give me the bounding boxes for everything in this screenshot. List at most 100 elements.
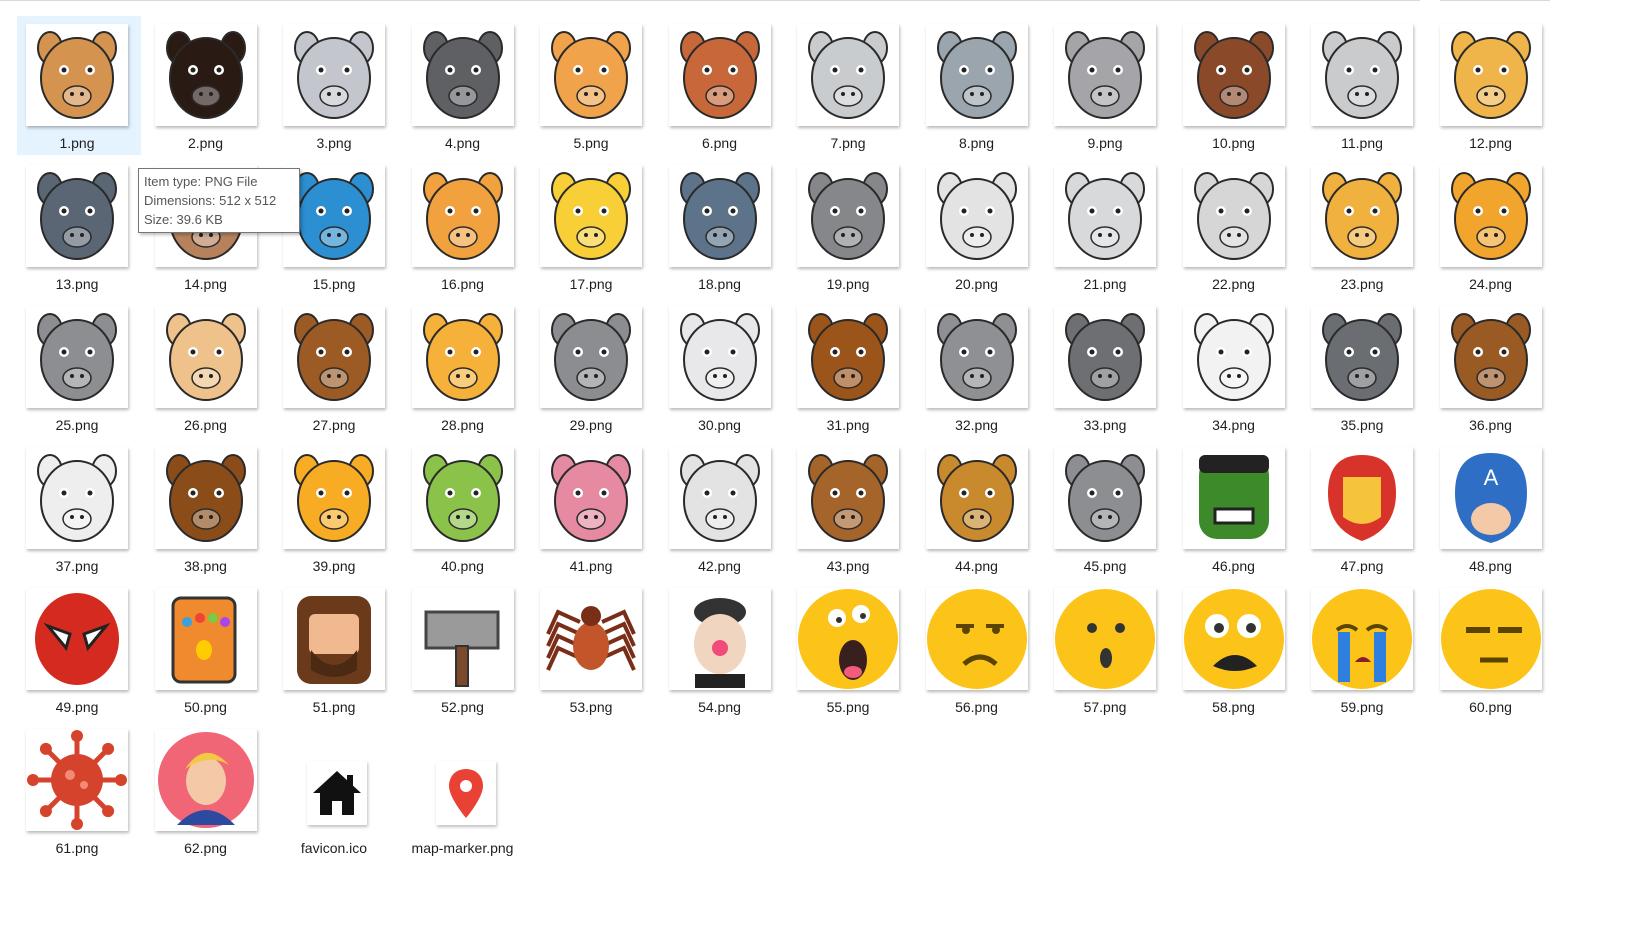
tooltip-size: Size: 39.6 KB <box>144 212 223 227</box>
file-name-label: 27.png <box>312 417 356 433</box>
file-grid: 1.png 2.png 3.png 4.png 5.png 6.png 7.png 8.png… <box>17 16 1559 862</box>
file-item[interactable]: 43.png <box>788 439 912 578</box>
file-item[interactable]: 22.png <box>1174 157 1298 296</box>
file-item[interactable]: 6.png <box>660 16 784 155</box>
horse-face-icon <box>797 306 899 408</box>
file-item[interactable]: 23.png <box>1302 157 1426 296</box>
file-name-label: 60.png <box>1469 699 1512 715</box>
file-item[interactable]: 27.png <box>274 298 398 437</box>
file-item[interactable]: 47.png <box>1302 439 1426 578</box>
file-name-label: 21.png <box>1083 276 1127 292</box>
file-item[interactable]: 7.png <box>788 16 912 155</box>
rhino-face-icon <box>540 306 642 408</box>
file-name-label: 53.png <box>569 699 613 715</box>
file-item[interactable]: 36.png <box>1431 298 1555 437</box>
file-name-label: 34.png <box>1212 417 1255 433</box>
file-item[interactable]: 37.png <box>17 439 141 578</box>
rabbit-face-icon <box>283 24 385 126</box>
file-tooltip: Item type: PNG File Dimensions: 512 x 51… <box>138 168 300 233</box>
file-item[interactable]: A 48.png <box>1431 439 1555 578</box>
rabbit-face-icon <box>668 306 771 408</box>
file-item[interactable]: 3.png <box>274 16 398 155</box>
file-item[interactable]: 28.png <box>403 298 527 437</box>
file-item[interactable]: 17.png <box>531 157 655 296</box>
file-item[interactable]: 24.png <box>1431 157 1555 296</box>
file-name-label: 28.png <box>441 417 484 433</box>
file-item[interactable]: 10.png <box>1174 16 1298 155</box>
file-name-label: 17.png <box>569 276 613 292</box>
buffalo-face-icon <box>1311 306 1413 408</box>
file-name-label: 7.png <box>830 135 866 151</box>
file-item[interactable]: 50.png <box>146 580 270 719</box>
file-item[interactable]: 60.png <box>1431 580 1555 719</box>
file-item[interactable]: 1.png <box>17 16 141 155</box>
file-item[interactable]: 26.png <box>146 298 270 437</box>
gorilla-face-icon <box>1054 306 1156 408</box>
file-name-label: 40.png <box>441 558 484 574</box>
file-item[interactable]: 30.png <box>660 298 784 437</box>
file-item[interactable]: 13.png <box>17 157 141 296</box>
file-item[interactable]: 34.png <box>1174 298 1298 437</box>
file-item[interactable]: 12.png <box>1431 16 1555 155</box>
goose-face-icon <box>1311 24 1413 126</box>
walrus-face-icon <box>154 447 257 549</box>
giraffe-face-icon <box>1439 24 1542 126</box>
file-item[interactable]: 4.png <box>403 16 527 155</box>
file-name-label: 59.png <box>1340 699 1384 715</box>
file-item[interactable]: 41.png <box>531 439 655 578</box>
file-item[interactable]: map-marker.png <box>403 721 527 860</box>
file-item[interactable]: 51.png <box>274 580 398 719</box>
file-item[interactable]: 57.png <box>1045 580 1169 719</box>
file-item[interactable]: 39.png <box>274 439 398 578</box>
elephant-face-icon <box>925 24 1028 126</box>
file-item[interactable]: 32.png <box>917 298 1041 437</box>
surprised-emoji-icon <box>1054 588 1156 690</box>
giraffe-face-icon <box>1311 165 1413 267</box>
file-item[interactable]: 62.png <box>146 721 270 860</box>
file-item[interactable]: 31.png <box>788 298 912 437</box>
file-item[interactable]: 52.png <box>403 580 527 719</box>
file-item[interactable]: 56.png <box>917 580 1041 719</box>
file-item[interactable]: 42.png <box>660 439 784 578</box>
file-item[interactable]: 29.png <box>531 298 655 437</box>
file-item[interactable]: 11.png <box>1302 16 1426 155</box>
file-item[interactable]: 9.png <box>1045 16 1169 155</box>
fox-face-icon <box>1439 165 1542 267</box>
file-name-label: 1.png <box>59 135 95 151</box>
file-item[interactable]: 16.png <box>403 157 527 296</box>
file-item[interactable]: 58.png <box>1174 580 1298 719</box>
file-item[interactable]: 5.png <box>531 16 655 155</box>
file-name-label: 9.png <box>1087 135 1123 151</box>
file-item[interactable]: 21.png <box>1045 157 1169 296</box>
file-item[interactable]: 54.png <box>660 580 784 719</box>
clown-face-icon <box>668 588 771 690</box>
hammer-icon <box>411 588 514 690</box>
file-name-label: 61.png <box>55 840 99 856</box>
monkey-face-icon <box>668 24 771 126</box>
file-item[interactable]: 55.png <box>788 580 912 719</box>
file-item[interactable]: 45.png <box>1045 439 1169 578</box>
file-item[interactable]: 35.png <box>1302 298 1426 437</box>
file-item[interactable]: 20.png <box>917 157 1041 296</box>
file-item[interactable]: 18.png <box>660 157 784 296</box>
file-item[interactable]: 25.png <box>17 298 141 437</box>
file-item[interactable]: 2.png <box>146 16 270 155</box>
file-item[interactable]: 53.png <box>531 580 655 719</box>
file-item[interactable]: 19.png <box>788 157 912 296</box>
file-item[interactable]: 59.png <box>1302 580 1426 719</box>
file-item[interactable]: 49.png <box>17 580 141 719</box>
file-item[interactable]: favicon.ico <box>274 721 398 860</box>
file-item[interactable]: 44.png <box>917 439 1041 578</box>
file-name-label: 15.png <box>312 276 356 292</box>
file-name-label: 19.png <box>826 276 870 292</box>
file-name-label: 11.png <box>1341 135 1383 151</box>
file-item[interactable]: 8.png <box>917 16 1041 155</box>
file-item[interactable]: 61.png <box>17 721 141 860</box>
file-name-label: 2.png <box>187 135 224 151</box>
file-item[interactable]: 40.png <box>403 439 527 578</box>
file-item[interactable]: 33.png <box>1045 298 1169 437</box>
file-item[interactable]: 46.png <box>1174 439 1298 578</box>
file-name-label: 57.png <box>1083 699 1127 715</box>
file-name-label: 41.png <box>569 558 613 574</box>
file-item[interactable]: 38.png <box>146 439 270 578</box>
